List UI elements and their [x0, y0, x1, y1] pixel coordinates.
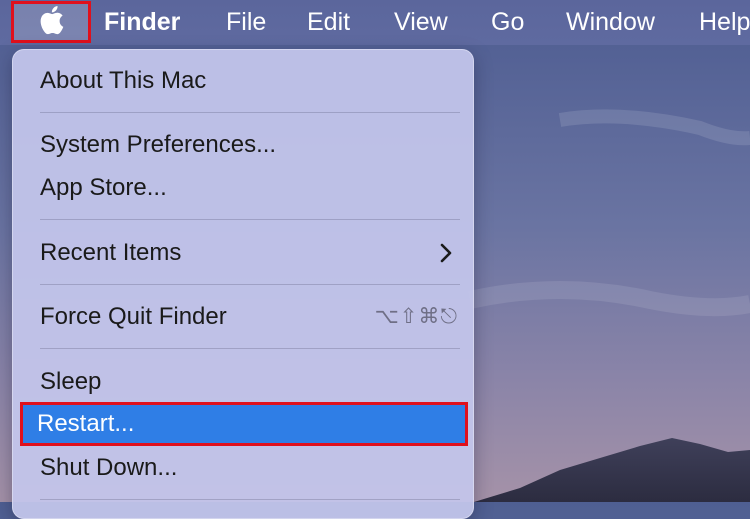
menu-file[interactable]: File — [226, 8, 266, 36]
menu-go[interactable]: Go — [491, 8, 524, 36]
menu-item-shut-down[interactable]: Shut Down... — [24, 449, 466, 487]
menu-window[interactable]: Window — [566, 8, 655, 36]
menu-edit[interactable]: Edit — [307, 8, 350, 36]
menu-item-label: Recent Items — [40, 239, 182, 266]
menu-item-recent-items[interactable]: Recent Items — [24, 234, 466, 272]
apple-menu-dropdown: About This Mac System Preferences... App… — [12, 49, 474, 519]
menu-help[interactable]: Help — [699, 8, 750, 36]
apple-menu-button[interactable] — [11, 1, 91, 43]
menu-item-label: Restart... — [37, 410, 135, 437]
menu-finder[interactable]: Finder — [104, 8, 180, 36]
menu-separator — [40, 112, 460, 113]
menu-item-system-preferences[interactable]: System Preferences... — [24, 126, 466, 164]
menu-separator — [40, 348, 460, 349]
menu-view[interactable]: View — [394, 8, 448, 36]
chevron-right-icon — [436, 242, 456, 264]
menu-separator — [40, 219, 460, 220]
menu-item-label: Force Quit Finder — [40, 303, 227, 330]
menu-item-label: Sleep — [40, 368, 102, 395]
keyboard-shortcut: ⌥⇧⌘⎋ — [374, 304, 458, 328]
menu-item-label: App Store... — [40, 174, 167, 201]
menu-separator — [40, 284, 460, 285]
menu-item-label: Shut Down... — [40, 454, 178, 481]
menu-item-sleep[interactable]: Sleep — [24, 363, 466, 401]
menu-item-restart[interactable]: Restart... — [20, 402, 468, 446]
menu-item-label: System Preferences... — [40, 131, 277, 158]
menu-bar: Finder File Edit View Go Window Help — [0, 0, 750, 45]
menu-item-about-this-mac[interactable]: About This Mac — [24, 62, 466, 100]
menu-item-label: About This Mac — [40, 67, 207, 94]
menu-item-app-store[interactable]: App Store... — [24, 169, 466, 207]
menu-item-force-quit-finder[interactable]: Force Quit Finder ⌥⇧⌘⎋ — [24, 298, 466, 336]
menu-separator — [40, 499, 460, 500]
apple-logo-icon — [38, 5, 64, 40]
